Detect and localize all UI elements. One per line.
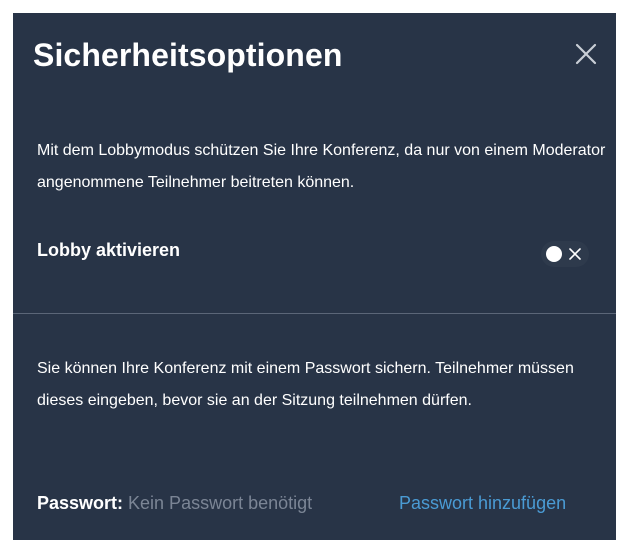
- section-divider: [13, 313, 616, 314]
- dialog-title: Sicherheitsoptionen: [33, 37, 343, 73]
- password-description: Sie können Ihre Konferenz mit einem Pass…: [37, 360, 574, 409]
- password-label: Passwort:: [37, 493, 129, 513]
- lobby-toggle-label: Lobby aktivieren: [37, 240, 181, 260]
- close-icon: [575, 43, 597, 65]
- lobby-description: Mit dem Lobbymodus schützen Sie Ihre Kon…: [37, 142, 606, 191]
- security-options-dialog: Sicherheitsoptionen Mit dem Lobbymodus s…: [13, 13, 616, 540]
- toggle-knob: [546, 246, 562, 262]
- password-status: Kein Passwort benötigt: [128, 493, 313, 513]
- toggle-off-icon: [568, 247, 582, 261]
- add-password-link[interactable]: Passwort hinzufügen: [399, 493, 566, 514]
- password-row: Passwort: Kein Passwort benötigt Passwor…: [37, 493, 607, 514]
- lobby-toggle[interactable]: [541, 241, 589, 267]
- close-button[interactable]: [573, 41, 599, 67]
